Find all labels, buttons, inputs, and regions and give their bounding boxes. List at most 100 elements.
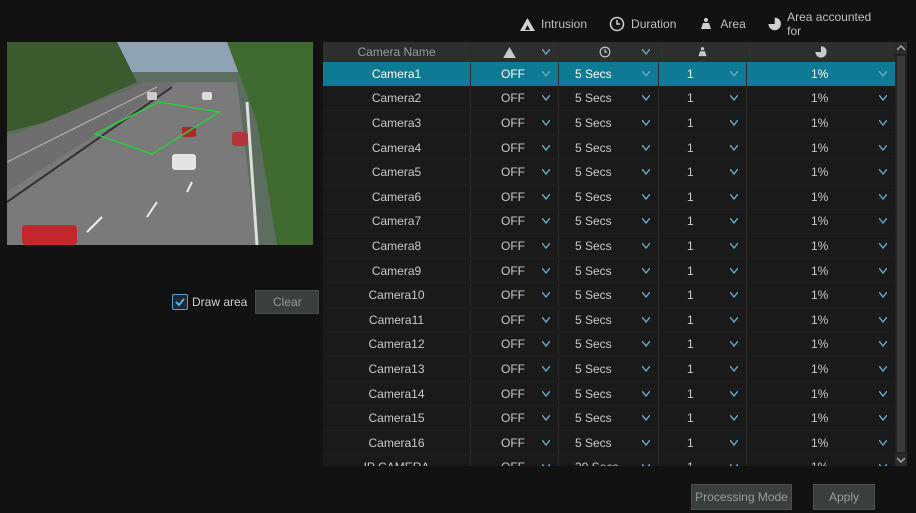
scroll-up-arrow[interactable] [895,42,907,54]
duration-select[interactable]: 5 Secs [559,160,659,184]
intrusion-select[interactable]: OFF [471,406,559,430]
duration-select[interactable]: 5 Secs [559,258,659,283]
area-accounted-select[interactable]: 1% [747,234,895,258]
area-select[interactable]: 1 [659,258,747,283]
header-intrusion[interactable] [471,42,559,62]
preview-scene[interactable] [7,42,313,245]
table-row[interactable]: Camera7 OFF 5 Secs 1 1% [323,209,895,235]
area-accounted-select[interactable]: 1% [747,406,895,430]
header-area-accounted [747,42,895,62]
intrusion-select[interactable]: OFF [471,357,559,381]
duration-select[interactable]: 5 Secs [559,357,659,381]
processing-mode-button[interactable]: Processing Mode [691,484,792,510]
intrusion-select[interactable]: OFF [471,307,559,332]
intrusion-select[interactable]: OFF [471,160,559,184]
area-accounted-select[interactable]: 1% [747,136,895,160]
intrusion-select[interactable]: OFF [471,381,559,406]
duration-select[interactable]: 5 Secs [559,234,659,258]
area-select[interactable]: 1 [659,209,747,234]
intrusion-select[interactable]: OFF [471,62,559,86]
area-select[interactable]: 1 [659,283,747,307]
table-row[interactable]: Camera12 OFF 5 Secs 1 1% [323,332,895,358]
duration-select[interactable]: 5 Secs [559,86,659,111]
area-accounted-select[interactable]: 1% [747,111,895,135]
table-row[interactable]: Camera8 OFF 5 Secs 1 1% [323,234,895,259]
area-accounted-select[interactable]: 1% [747,382,895,406]
duration-select[interactable]: 30 Secs [559,455,659,466]
chevron-down-icon [642,193,650,200]
apply-button[interactable]: Apply [813,484,875,510]
clear-button[interactable]: Clear [255,290,320,314]
area-select[interactable]: 1 [659,430,747,455]
header-duration[interactable] [559,42,659,62]
area-accounted-select[interactable]: 1% [747,259,895,283]
table-row[interactable]: Camera14 OFF 5 Secs 1 1% [323,381,895,407]
area-select[interactable]: 1 [659,406,747,430]
table-row[interactable]: Camera2 OFF 5 Secs 1 1% [323,86,895,112]
intrusion-select[interactable]: OFF [471,258,559,283]
area-accounted-select[interactable]: 1% [747,210,895,234]
intrusion-select[interactable]: OFF [471,209,559,234]
area-select[interactable]: 1 [659,332,747,357]
intrusion-select[interactable]: OFF [471,111,559,135]
area-select[interactable]: 1 [659,86,747,111]
duration-select[interactable]: 5 Secs [559,111,659,135]
area-accounted-select[interactable]: 1% [747,62,895,86]
area-select[interactable]: 1 [659,307,747,332]
intrusion-select[interactable]: OFF [471,234,559,258]
area-accounted-select[interactable]: 1% [747,431,895,455]
table-body: Camera1 OFF 5 Secs 1 1% Camera2 OFF 5 Secs 1 1% Ca… [323,62,895,466]
duration-select[interactable]: 5 Secs [559,283,659,307]
area-accounted-select[interactable]: 1% [747,357,895,381]
duration-select[interactable]: 5 Secs [559,62,659,86]
intrusion-select[interactable]: OFF [471,283,559,307]
table-row[interactable]: Camera3 OFF 5 Secs 1 1% [323,111,895,136]
table-row[interactable]: Camera4 OFF 5 Secs 1 1% [323,135,895,161]
intrusion-select[interactable]: OFF [471,455,559,466]
duration-select[interactable]: 5 Secs [559,406,659,430]
intrusion-select[interactable]: OFF [471,86,559,111]
camera-preview[interactable] [7,42,313,245]
table-scrollbar[interactable] [895,42,907,466]
table-row[interactable]: Camera5 OFF 5 Secs 1 1% [323,160,895,185]
duration-select[interactable]: 5 Secs [559,332,659,357]
area-accounted-select[interactable]: 1% [747,308,895,332]
table-row[interactable]: Camera16 OFF 5 Secs 1 1% [323,430,895,456]
duration-select[interactable]: 5 Secs [559,307,659,332]
area-accounted-select[interactable]: 1% [747,87,895,111]
scroll-down-arrow[interactable] [895,454,907,466]
table-row[interactable]: Camera15 OFF 5 Secs 1 1% [323,406,895,431]
duration-select[interactable]: 5 Secs [559,184,659,209]
intrusion-select[interactable]: OFF [471,332,559,357]
area-select[interactable]: 1 [659,381,747,406]
area-accounted-select[interactable]: 1% [747,456,895,466]
intrusion-select[interactable]: OFF [471,184,559,209]
table-row[interactable]: Camera10 OFF 5 Secs 1 1% [323,283,895,308]
duration-select[interactable]: 5 Secs [559,430,659,455]
table-row[interactable]: Camera1 OFF 5 Secs 1 1% [323,62,895,87]
table-row[interactable]: Camera6 OFF 5 Secs 1 1% [323,184,895,210]
table-row[interactable]: Camera9 OFF 5 Secs 1 1% [323,258,895,284]
table-row[interactable]: Camera11 OFF 5 Secs 1 1% [323,307,895,333]
area-select[interactable]: 1 [659,160,747,184]
area-select[interactable]: 1 [659,234,747,258]
draw-area-checkbox[interactable] [172,294,188,310]
duration-select[interactable]: 5 Secs [559,381,659,406]
area-accounted-select[interactable]: 1% [747,333,895,357]
area-accounted-select[interactable]: 1% [747,160,895,184]
area-select[interactable]: 1 [659,455,747,466]
intrusion-select[interactable]: OFF [471,135,559,160]
area-accounted-select[interactable]: 1% [747,185,895,209]
area-select[interactable]: 1 [659,184,747,209]
duration-select[interactable]: 5 Secs [559,135,659,160]
area-accounted-select[interactable]: 1% [747,283,895,307]
table-row[interactable]: Camera13 OFF 5 Secs 1 1% [323,357,895,382]
scroll-thumb[interactable] [897,56,905,452]
area-select[interactable]: 1 [659,62,747,86]
intrusion-select[interactable]: OFF [471,430,559,455]
area-select[interactable]: 1 [659,135,747,160]
area-select[interactable]: 1 [659,111,747,135]
area-select[interactable]: 1 [659,357,747,381]
duration-select[interactable]: 5 Secs [559,209,659,234]
table-row[interactable]: IP CAMERA OFF 30 Secs 1 1% [323,455,895,466]
